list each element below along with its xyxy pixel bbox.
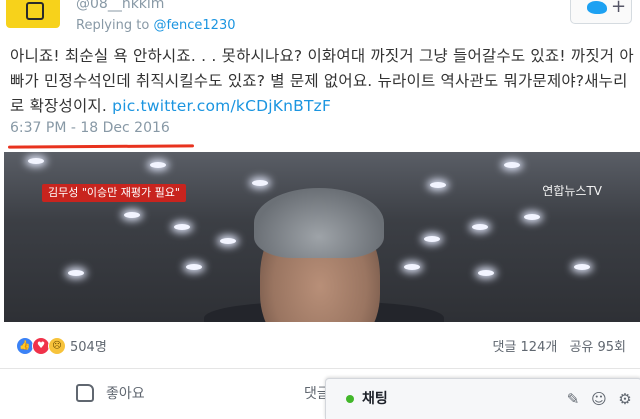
ceiling-light: [68, 270, 84, 276]
reactions-bar: 👍 ♥ ☹ 504명 댓글 124개 공유 95회: [0, 322, 640, 369]
ceiling-light: [252, 180, 268, 186]
tweet-timestamp: 6:37 PM - 18 Dec 2016: [10, 120, 170, 136]
ceiling-light: [472, 224, 488, 230]
ceiling-light: [524, 214, 540, 220]
twitter-bird-icon: [587, 1, 607, 14]
ceiling-light: [174, 224, 190, 230]
like-label: 좋아요: [106, 386, 145, 402]
comment-count[interactable]: 댓글 124개: [492, 340, 557, 355]
ceiling-light: [504, 162, 520, 168]
ceiling-light: [28, 158, 44, 164]
ceiling-light: [478, 270, 494, 276]
ceiling-light: [424, 236, 440, 242]
follow-button: +: [570, 0, 632, 24]
tweet-handle: @08__hkkim: [76, 0, 165, 12]
user-avatar: [6, 0, 60, 28]
broadcaster-watermark: 연합뉴스TV: [542, 184, 602, 198]
add-people-icon[interactable]: ☺: [590, 390, 608, 408]
share-count[interactable]: 공유 95회: [569, 340, 626, 355]
thumbs-up-icon: [76, 384, 94, 402]
ceiling-light: [404, 264, 420, 270]
ceiling-light: [220, 238, 236, 244]
ceiling-light: [430, 182, 446, 188]
gear-icon[interactable]: ⚙: [616, 390, 634, 408]
ceiling-light: [574, 264, 590, 270]
reply-prefix: Replying to: [76, 18, 150, 33]
ceiling-light: [124, 212, 140, 218]
avatar-logo-icon: [26, 2, 44, 20]
tweet-card: @08__hkkim Replying to @fence1230 + 아니죠!…: [0, 0, 640, 322]
sad-icon[interactable]: ☹: [48, 337, 66, 355]
chat-label: 채팅: [362, 391, 388, 407]
tweet-link: pic.twitter.com/kCDjKnBTzF: [112, 97, 332, 115]
news-video-frame: 김무성 "이승만 재평가 필요" 연합뉴스TV: [4, 152, 640, 322]
reaction-count[interactable]: 504명: [70, 336, 107, 355]
ceiling-light: [150, 162, 166, 168]
engagement-stats: 댓글 124개 공유 95회: [492, 336, 626, 355]
reply-to-line: Replying to @fence1230: [76, 18, 235, 33]
plus-icon: +: [611, 0, 627, 17]
tweet-screenshot: @08__hkkim Replying to @fence1230 + 아니죠!…: [0, 0, 640, 322]
red-annotation-underline: [7, 144, 195, 149]
compose-icon[interactable]: ✎: [564, 390, 582, 408]
ceiling-light: [186, 264, 202, 270]
person-hair: [254, 188, 384, 258]
reply-mention: @fence1230: [153, 18, 236, 33]
online-status-icon: [346, 395, 354, 403]
tweet-text: 아니죠! 최순실 욕 안하시죠. . . 못하시나요? 이화여대 까짓거 그냥 …: [10, 44, 634, 119]
news-caption: 김무성 "이승만 재평가 필요": [42, 184, 186, 202]
chat-panel[interactable]: 채팅 ✎ ☺ ⚙: [325, 378, 640, 419]
